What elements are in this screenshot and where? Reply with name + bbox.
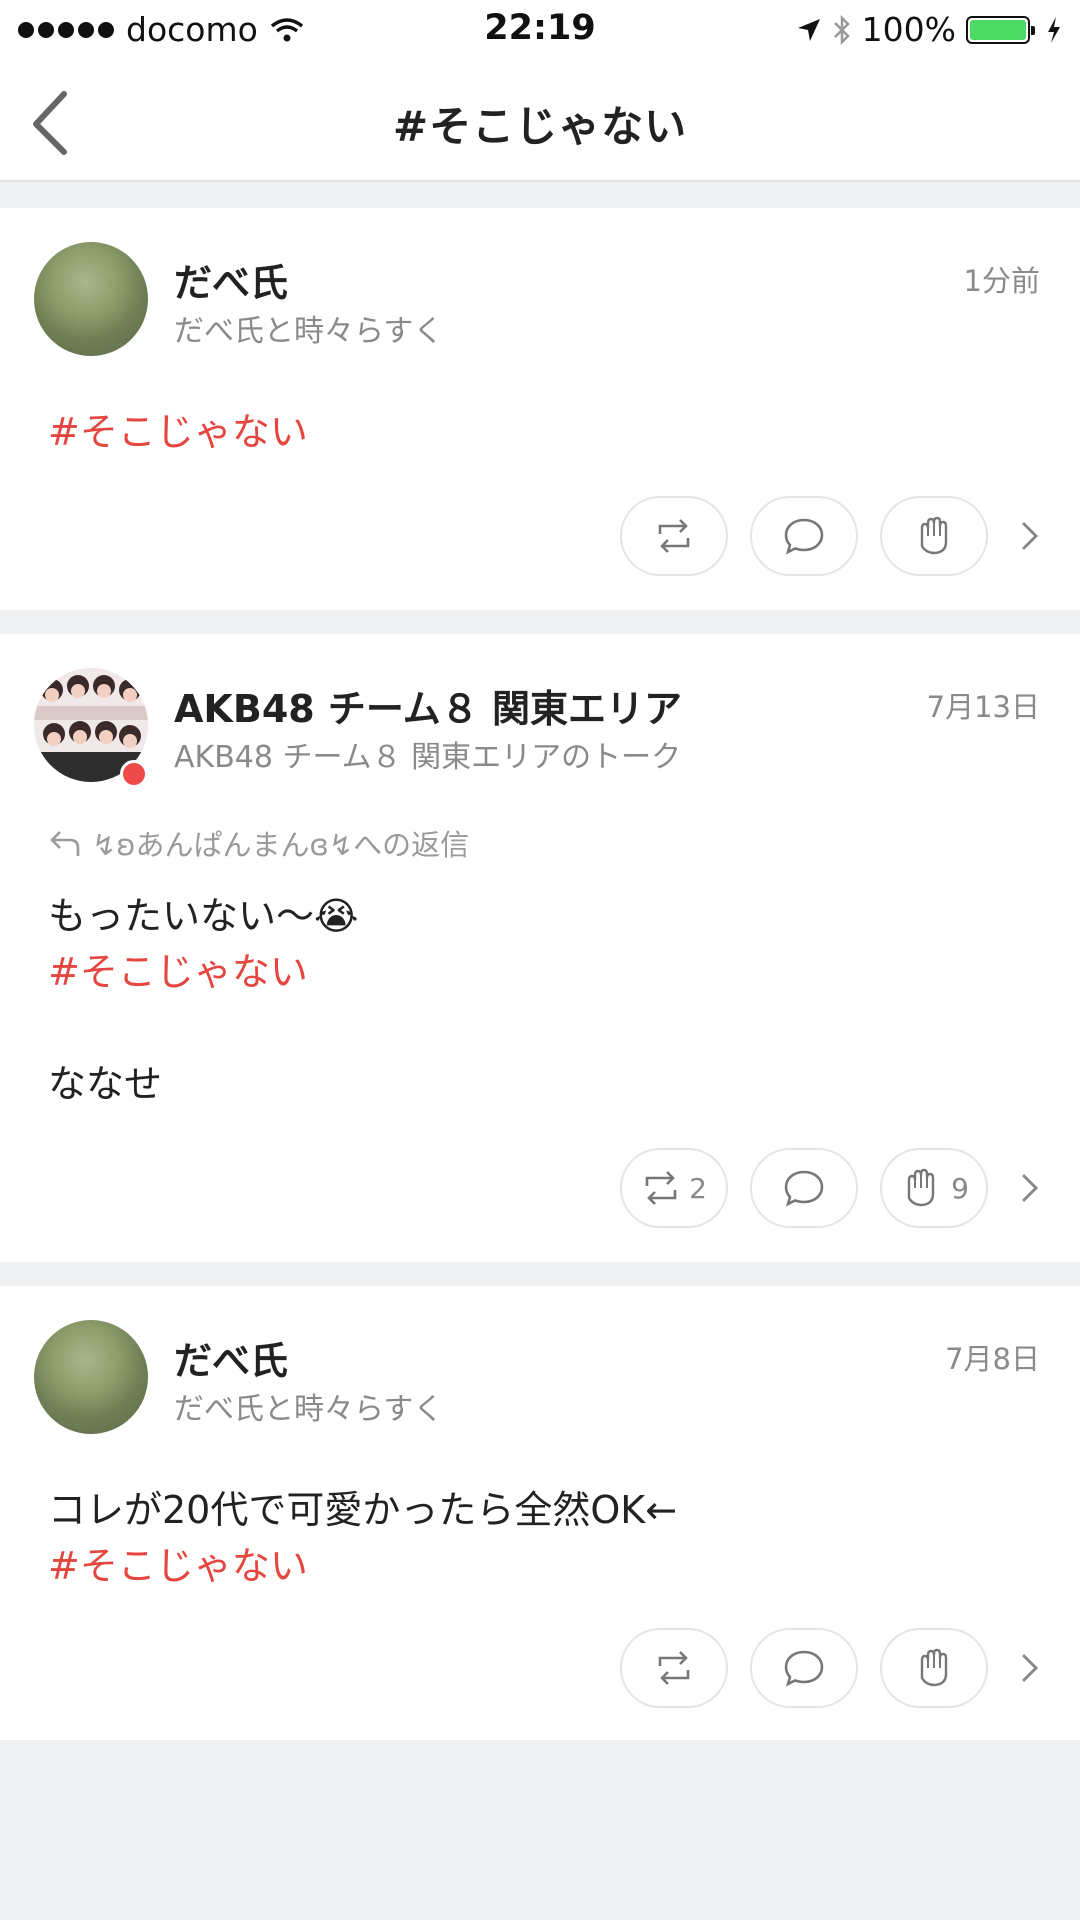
reply-target: ↯ʚあんぱんまんɞ↯への返信 bbox=[92, 828, 470, 862]
location-arrow-icon bbox=[797, 18, 820, 41]
more-button[interactable] bbox=[1010, 516, 1040, 556]
post-line: もったいない〜😭 bbox=[48, 894, 359, 938]
group-name[interactable]: だべ氏と時々らすく bbox=[174, 1384, 443, 1428]
hashtag-link[interactable]: #そこじゃない bbox=[48, 950, 308, 994]
page-title: #そこじゃない bbox=[392, 102, 688, 151]
author-name[interactable]: AKB48 チーム８ 関東エリア bbox=[174, 678, 682, 733]
post-actions bbox=[620, 496, 1040, 576]
comment-button[interactable] bbox=[750, 1628, 858, 1708]
group-name[interactable]: AKB48 チーム８ 関東エリアのトーク bbox=[174, 732, 681, 776]
hashtag-link[interactable]: #そこじゃない bbox=[48, 410, 308, 454]
post-time: 7月8日 bbox=[945, 1342, 1040, 1376]
battery-percent: 100% bbox=[861, 10, 956, 49]
post-time: 1分前 bbox=[963, 264, 1040, 298]
clap-icon bbox=[920, 1648, 948, 1687]
status-bar: docomo 22:19 100% bbox=[0, 0, 1080, 58]
more-button[interactable] bbox=[1010, 1648, 1040, 1688]
repost-icon bbox=[658, 1651, 690, 1685]
chevron-right-icon bbox=[1022, 1654, 1039, 1682]
verified-badge bbox=[120, 760, 148, 788]
avatar[interactable] bbox=[34, 1320, 148, 1434]
repost-count: 2 bbox=[689, 1171, 707, 1205]
post-card[interactable]: だべ氏 だべ氏と時々らすく 7月8日 コレが20代で可愛かったら全然OK← #そ… bbox=[0, 1286, 1080, 1740]
battery-icon bbox=[966, 15, 1035, 44]
bluetooth-icon bbox=[833, 14, 850, 45]
group-name[interactable]: だべ氏と時々らすく bbox=[174, 306, 443, 350]
author-name[interactable]: だべ氏 bbox=[174, 252, 288, 307]
comment-icon bbox=[784, 518, 824, 555]
repost-button[interactable] bbox=[620, 496, 728, 576]
more-button[interactable] bbox=[1010, 1168, 1040, 1208]
comment-icon bbox=[784, 1170, 824, 1207]
post-body: #そこじゃない bbox=[48, 404, 308, 460]
charging-bolt-icon bbox=[1048, 16, 1060, 43]
chevron-right-icon bbox=[1022, 1174, 1039, 1202]
post-time: 7月13日 bbox=[926, 690, 1040, 724]
post-card[interactable]: AKB48 チーム８ 関東エリア AKB48 チーム８ 関東エリアのトーク 7月… bbox=[0, 634, 1080, 1262]
post-actions: 2 9 bbox=[620, 1148, 1040, 1228]
repost-button[interactable] bbox=[620, 1628, 728, 1708]
comment-icon bbox=[784, 1650, 824, 1687]
clap-button[interactable] bbox=[880, 496, 988, 576]
post-line: ななせ bbox=[48, 1062, 163, 1106]
comment-button[interactable] bbox=[750, 1148, 858, 1228]
comment-button[interactable] bbox=[750, 496, 858, 576]
post-actions bbox=[620, 1628, 1040, 1708]
clap-icon bbox=[920, 516, 948, 555]
repost-icon bbox=[658, 519, 690, 553]
reply-arrow-icon bbox=[50, 831, 80, 856]
avatar[interactable] bbox=[34, 242, 148, 356]
post-body: もったいない〜😭 #そこじゃない ななせ bbox=[48, 888, 358, 1112]
hashtag-link[interactable]: #そこじゃない bbox=[48, 1544, 308, 1588]
clap-button[interactable] bbox=[880, 1628, 988, 1708]
nav-bar: #そこじゃない bbox=[0, 58, 1080, 182]
clap-count: 9 bbox=[951, 1171, 969, 1205]
reply-indicator[interactable]: ↯ʚあんぱんまんɞ↯への返信 bbox=[48, 822, 469, 864]
repost-button[interactable]: 2 bbox=[620, 1148, 728, 1228]
clap-icon bbox=[907, 1168, 935, 1207]
clap-button[interactable]: 9 bbox=[880, 1148, 988, 1228]
status-right: 100% bbox=[796, 10, 1062, 49]
author-name[interactable]: だべ氏 bbox=[174, 1330, 288, 1385]
repost-icon bbox=[645, 1171, 677, 1205]
post-card[interactable]: だべ氏 だべ氏と時々らすく 1分前 #そこじゃない bbox=[0, 208, 1080, 610]
post-body: コレが20代で可愛かったら全然OK← #そこじゃない bbox=[48, 1482, 677, 1594]
chevron-right-icon bbox=[1022, 522, 1039, 550]
post-line: コレが20代で可愛かったら全然OK← bbox=[48, 1488, 678, 1532]
